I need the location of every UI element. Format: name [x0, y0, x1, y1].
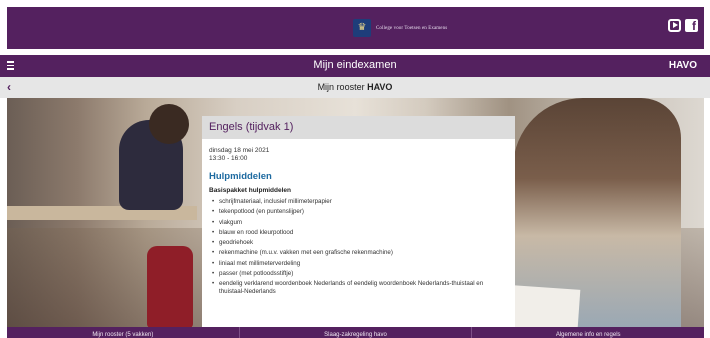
schedule-title: Mijn rooster HAVO [0, 82, 710, 92]
main-nav: Mijn eindexamen HAVO [0, 55, 710, 77]
exam-date: dinsdag 18 mei 2021 [209, 147, 270, 154]
page-title: Mijn eindexamen [313, 59, 397, 71]
list-item: vlakgum [209, 219, 508, 227]
list-item: passer (met potloodsstiftje) [209, 270, 508, 278]
exam-time: 13:30 - 16:00 [209, 155, 248, 162]
top-header: ♛ College voor Toetsen en Examens f [7, 7, 704, 49]
bottom-tab-bar: Mijn rooster (5 vakken) Slaag-zakregelin… [7, 327, 704, 338]
cve-logo[interactable]: ♛ College voor Toetsen en Examens [353, 19, 447, 37]
logo-text: College voor Toetsen en Examens [376, 25, 448, 31]
list-item: liniaal met millimeterverdeling [209, 260, 508, 268]
exam-title: Engels (tijdvak 1) [209, 121, 294, 133]
exam-detail-card: Engels (tijdvak 1) dinsdag 18 mei 2021 1… [202, 116, 515, 328]
sub-nav: ‹ Mijn rooster HAVO [0, 77, 710, 98]
sub-heading: Basispakket hulpmiddelen [209, 187, 291, 194]
aids-list: schrijfmateriaal, inclusief millimeterpa… [209, 198, 508, 296]
list-item: eendelig verklarend woordenboek Nederlan… [209, 280, 508, 296]
schedule-title-prefix: Mijn rooster [317, 82, 365, 92]
card-body: dinsdag 18 mei 2021 13:30 - 16:00 Hulpmi… [202, 139, 515, 296]
hero-student-left-head [149, 104, 189, 144]
section-title: Hulpmiddelen [209, 171, 272, 182]
list-item: blauw en rood kleurpotlood [209, 229, 508, 237]
card-header: Engels (tijdvak 1) [202, 116, 515, 139]
tab-pass-fail-rules[interactable]: Slaag-zakregeling havo [240, 327, 473, 338]
facebook-icon[interactable]: f [685, 19, 698, 33]
list-item: rekenmachine (m.u.v. vakken met een graf… [209, 249, 508, 257]
crest-icon: ♛ [353, 19, 371, 37]
youtube-icon[interactable] [668, 19, 681, 32]
hero-backpack [147, 246, 193, 328]
tab-general-info[interactable]: Algemene info en regels [472, 327, 704, 338]
social-links: f [668, 19, 698, 33]
schedule-title-level: HAVO [367, 82, 393, 92]
level-badge[interactable]: HAVO [669, 60, 697, 71]
list-item: tekenpotlood (en puntenslijper) [209, 208, 508, 216]
tab-my-schedule[interactable]: Mijn rooster (5 vakken) [7, 327, 240, 338]
list-item: geodriehoek [209, 239, 508, 247]
list-item: schrijfmateriaal, inclusief millimeterpa… [209, 198, 508, 206]
